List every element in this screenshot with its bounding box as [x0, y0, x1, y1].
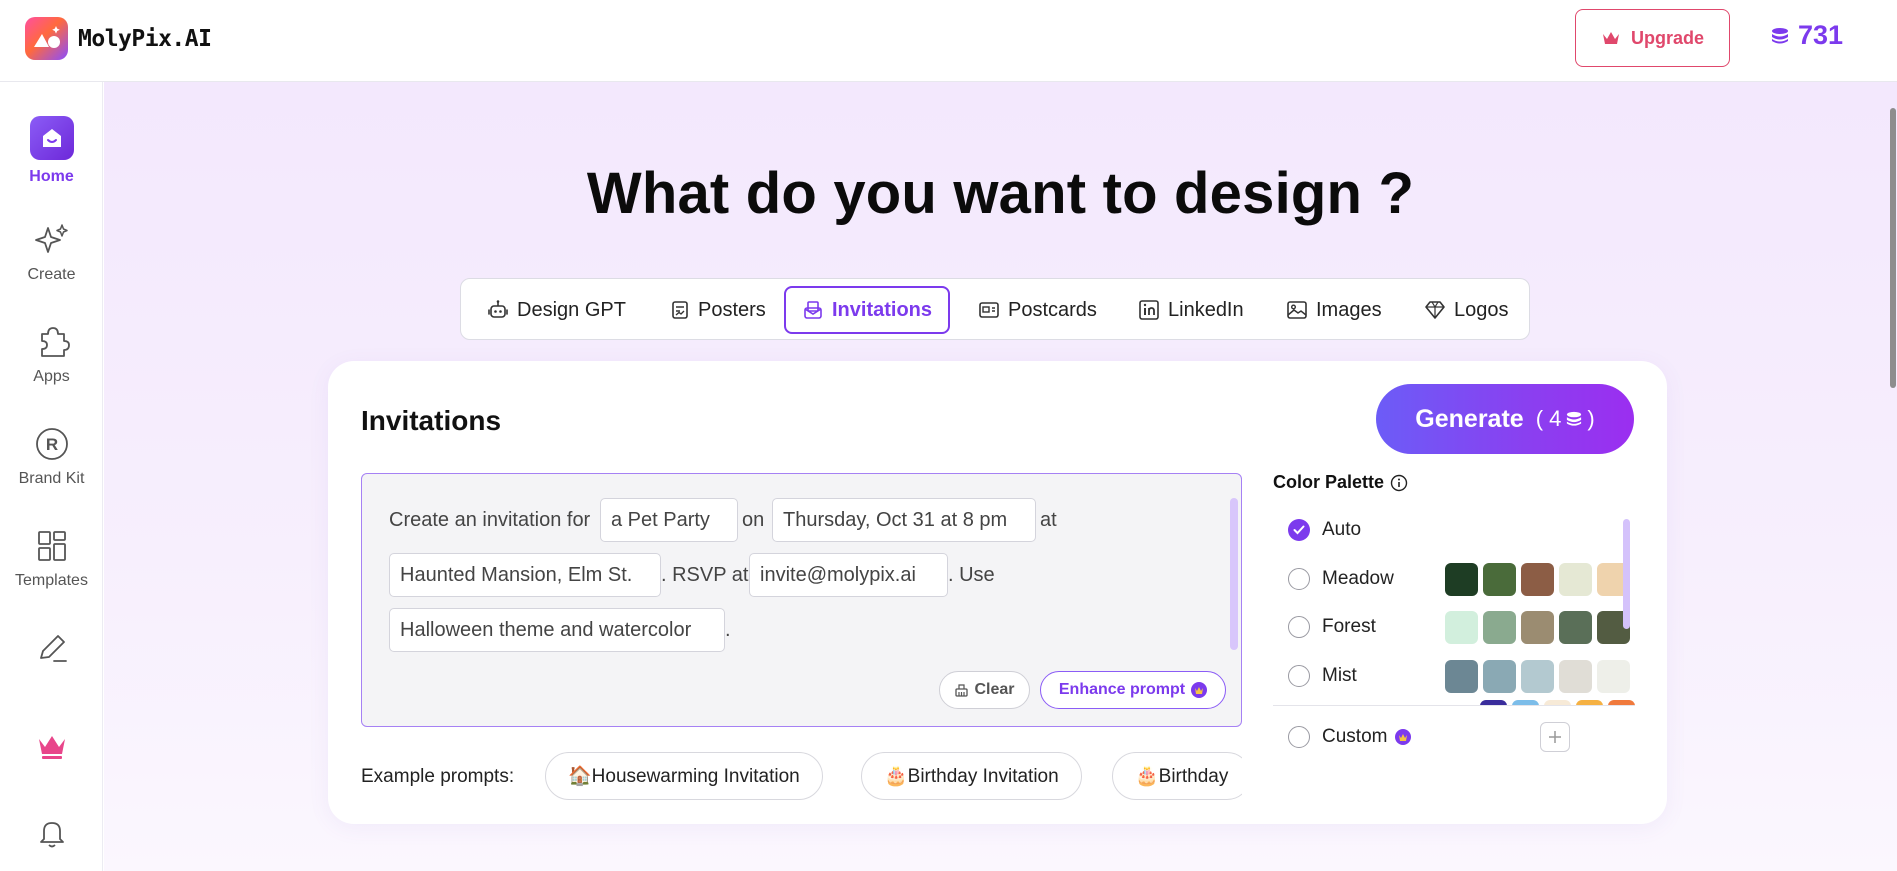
linkedin-icon	[1139, 300, 1159, 320]
color-swatch	[1483, 562, 1516, 596]
edit-icon	[39, 635, 67, 662]
postcard-icon	[979, 302, 999, 318]
page-headline: What do you want to design ?	[586, 161, 1415, 226]
diamond-icon	[1425, 301, 1445, 319]
color-swatch	[1445, 610, 1478, 644]
add-custom-palette-button[interactable]	[1540, 722, 1570, 752]
color-swatch	[1521, 562, 1554, 596]
invitation-icon	[804, 301, 822, 319]
radio-unchecked[interactable]	[1288, 568, 1310, 590]
tab-design-gpt[interactable]: Design GPT	[487, 286, 626, 334]
palette-name: Custom	[1322, 726, 1388, 747]
credits-balance[interactable]: 731	[1770, 20, 1843, 51]
app-logo[interactable]: MolyPix.AI	[25, 17, 212, 60]
sidebar-item-brand-kit[interactable]: R Brand Kit	[0, 426, 103, 488]
page-scrollbar[interactable]	[1889, 82, 1897, 871]
palette-option-mist[interactable]: Mist	[1288, 658, 1630, 694]
home-icon	[29, 116, 74, 160]
tab-label: Invitations	[831, 298, 932, 321]
svg-text:R: R	[45, 435, 57, 454]
premium-crown-icon	[1395, 729, 1412, 745]
palette-option-forest[interactable]: Forest	[1288, 609, 1630, 645]
upgrade-button[interactable]: Upgrade	[1575, 9, 1730, 67]
robot-icon	[488, 300, 508, 318]
color-palette-label: Color Palette	[1273, 472, 1385, 492]
color-swatch	[1445, 562, 1478, 596]
design-type-tabs: Design GPT Posters Invitations Postcards…	[460, 278, 1530, 340]
image-icon	[1287, 301, 1307, 319]
tab-label: Postcards	[1008, 298, 1097, 321]
crown-icon	[1602, 32, 1619, 44]
color-swatch	[1521, 610, 1554, 644]
palette-divider	[1273, 705, 1635, 706]
sidebar-item-edit[interactable]	[0, 630, 103, 666]
color-palette-title: Color Palette	[1273, 472, 1408, 493]
plus-icon	[1549, 731, 1561, 743]
palette-swatches	[1445, 562, 1635, 596]
palette-name: Mist	[1322, 665, 1357, 686]
app-name: MolyPix.AI	[78, 25, 212, 52]
main-content: What do you want to design ? Design GPT …	[104, 82, 1897, 871]
color-swatch	[1483, 610, 1516, 644]
color-swatch	[1445, 659, 1478, 693]
radio-unchecked[interactable]	[1288, 726, 1310, 748]
sidebar: Home Create Apps R Brand Kit Templates	[0, 82, 103, 871]
color-swatch	[1521, 659, 1554, 693]
tab-label: Posters	[698, 298, 766, 321]
tab-label: Design GPT	[517, 298, 626, 321]
sidebar-item-label: Create	[27, 266, 76, 283]
tab-posters[interactable]: Posters	[670, 286, 766, 334]
tab-logos[interactable]: Logos	[1424, 286, 1509, 334]
palette-scrollbar[interactable]	[1623, 519, 1630, 629]
upgrade-label: Upgrade	[1630, 27, 1704, 48]
top-bar: MolyPix.AI Upgrade 731	[0, 0, 1897, 82]
tab-linkedin[interactable]: LinkedIn	[1138, 286, 1244, 334]
tab-label: LinkedIn	[1168, 298, 1244, 321]
coins-icon	[1772, 27, 1788, 43]
radio-unchecked[interactable]	[1288, 616, 1310, 638]
tab-invitations[interactable]: Invitations	[784, 286, 950, 334]
sidebar-item-label: Brand Kit	[18, 470, 85, 487]
color-swatch	[1597, 659, 1630, 693]
logo-icon	[25, 17, 68, 60]
color-swatch	[1559, 562, 1592, 596]
puzzle-icon	[40, 327, 70, 357]
sidebar-item-templates[interactable]: Templates	[0, 528, 103, 590]
color-palette-panel: Color Palette Auto Meadow Forest Mist Cu…	[328, 361, 1667, 824]
palette-option-auto[interactable]: Auto	[1288, 512, 1618, 548]
tab-label: Logos	[1454, 298, 1509, 321]
bell-icon	[39, 822, 64, 848]
crown-icon	[38, 736, 65, 759]
page-scrollbar-thumb[interactable]	[1890, 108, 1896, 388]
sparkle-icon	[34, 224, 68, 253]
tab-images[interactable]: Images	[1286, 286, 1382, 334]
color-swatch	[1559, 659, 1592, 693]
palette-name: Meadow	[1322, 568, 1394, 589]
credits-count: 731	[1798, 20, 1844, 50]
color-swatch	[1483, 659, 1516, 693]
color-swatch	[1559, 610, 1592, 644]
radio-unchecked[interactable]	[1288, 665, 1310, 687]
poster-icon	[672, 301, 688, 319]
palette-swatches	[1445, 659, 1635, 693]
palette-name: Forest	[1322, 616, 1376, 637]
palette-option-meadow[interactable]: Meadow	[1288, 561, 1630, 597]
sidebar-item-label: Templates	[15, 572, 88, 589]
sidebar-item-label: Apps	[33, 368, 70, 385]
sidebar-item-create[interactable]: Create	[0, 222, 103, 284]
sidebar-item-notifications[interactable]	[0, 817, 103, 849]
info-icon[interactable]	[1390, 474, 1408, 492]
registered-icon: R	[35, 428, 68, 460]
grid-icon	[37, 531, 66, 561]
tab-postcards[interactable]: Postcards	[978, 286, 1097, 334]
palette-name: Auto	[1322, 519, 1362, 540]
sidebar-item-label: Home	[29, 168, 74, 185]
tab-label: Images	[1316, 298, 1382, 321]
palette-swatches	[1445, 610, 1635, 644]
sidebar-item-apps[interactable]: Apps	[0, 324, 103, 386]
sidebar-item-premium[interactable]	[0, 732, 103, 760]
radio-checked[interactable]	[1288, 519, 1310, 541]
sidebar-item-home[interactable]: Home	[0, 116, 103, 186]
